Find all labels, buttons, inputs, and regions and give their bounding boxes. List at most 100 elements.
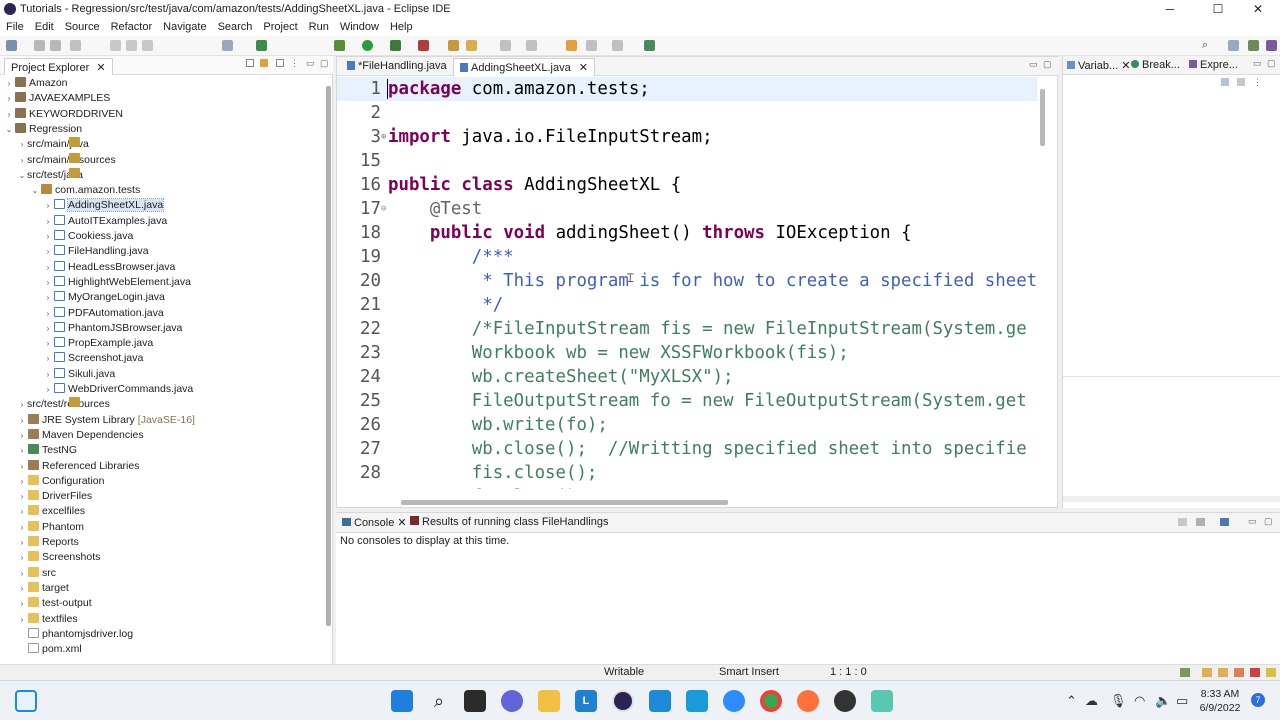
zoom-icon[interactable] <box>723 690 745 712</box>
collapsed-arrow-icon[interactable]: › <box>43 214 53 229</box>
expanded-arrow-icon[interactable]: ⌄ <box>30 183 40 198</box>
tree-item[interactable]: › PDFAutomation.java <box>43 306 164 321</box>
tree-item[interactable]: ›src/main/resources <box>17 152 116 168</box>
maximize-view-icon[interactable]: ▢ <box>1267 58 1276 69</box>
collapsed-arrow-icon[interactable]: › <box>43 351 53 366</box>
tree-item[interactable]: › excelfiles <box>17 504 85 519</box>
resume-icon[interactable] <box>110 40 121 51</box>
filter-icon[interactable] <box>276 59 284 67</box>
menu-project[interactable]: Project <box>257 19 302 33</box>
link-editor-icon[interactable] <box>260 59 268 67</box>
tree-item[interactable]: ⌄ src/test/java <box>17 167 83 183</box>
menu-window[interactable]: Window <box>334 19 384 33</box>
new-java-package-icon[interactable] <box>448 40 459 51</box>
new-icon[interactable] <box>6 40 17 51</box>
layout-icon[interactable] <box>1237 78 1245 86</box>
chrome-icon[interactable] <box>760 690 782 712</box>
debug-icon[interactable] <box>334 40 345 51</box>
collapsed-arrow-icon[interactable]: › <box>43 321 53 336</box>
code-line[interactable]: 21 */ <box>337 293 1037 317</box>
collapsed-arrow-icon[interactable]: › <box>17 489 27 504</box>
collapsed-arrow-icon[interactable]: › <box>43 275 53 290</box>
collapsed-arrow-icon[interactable]: › <box>17 428 27 443</box>
collapsed-arrow-icon[interactable]: › <box>43 382 53 397</box>
toggle-mark-icon[interactable] <box>500 40 511 51</box>
status-icon[interactable] <box>1202 668 1212 677</box>
code-line[interactable]: 16 public class AddingSheetXL { <box>337 173 1037 197</box>
tree-item[interactable]: › HighlightWebElement.java <box>43 275 191 290</box>
minimize-button[interactable]: ─ <box>1148 0 1192 19</box>
collapsed-arrow-icon[interactable]: › <box>17 596 27 611</box>
tree-item[interactable]: › Sikuli.java <box>43 367 115 382</box>
coverage-icon[interactable] <box>390 40 401 51</box>
editor-vertical-scrollbar[interactable] <box>1040 89 1045 146</box>
code-line[interactable]: 1 package com.amazon.tests; <box>337 77 1037 101</box>
firefox-icon[interactable] <box>797 690 819 712</box>
collapsed-arrow-icon[interactable]: › <box>43 198 53 213</box>
tree-item[interactable]: › Amazon <box>4 76 68 91</box>
eclipse-icon[interactable] <box>612 690 634 712</box>
remote-desktop-icon[interactable] <box>649 690 671 712</box>
teams-icon[interactable] <box>501 690 523 712</box>
code-line[interactable]: 23 Workbook wb = new XSSFWorkbook(fis); <box>337 341 1037 365</box>
tree-item[interactable]: › Referenced Libraries <box>17 459 139 474</box>
tree-item[interactable]: › AddingSheetXL.java <box>43 198 165 213</box>
code-line[interactable]: 17 ⊖ @Test <box>337 197 1037 221</box>
status-icon[interactable] <box>1234 668 1244 677</box>
view-menu-icon[interactable]: ⋮ <box>290 58 299 69</box>
project-explorer-tab[interactable]: Project Explorer ✕ <box>4 58 113 75</box>
tab-addingsheetxl[interactable]: AddingSheetXL.java ✕ <box>453 58 595 76</box>
collapsed-arrow-icon[interactable]: › <box>17 137 27 152</box>
microphone-icon[interactable]: 🎙 <box>1110 693 1127 709</box>
collapsed-arrow-icon[interactable]: › <box>4 91 14 106</box>
fold-toggle-icon[interactable]: ⊕ <box>381 125 387 149</box>
tree-item[interactable]: › KEYWORDDRIVEN <box>4 107 123 122</box>
collapse-all-icon[interactable] <box>246 59 254 67</box>
battery-icon[interactable]: ▭ <box>1176 693 1188 709</box>
tree-item[interactable]: › HeadLessBrowser.java <box>43 260 175 275</box>
collapsed-arrow-icon[interactable]: › <box>43 260 53 275</box>
menu-source[interactable]: Source <box>59 19 105 33</box>
save-all-icon[interactable] <box>50 40 61 51</box>
system-clock[interactable]: 8:33 AM 6/9/2022 <box>1194 687 1246 715</box>
status-icon[interactable] <box>1218 668 1228 677</box>
menu-run[interactable]: Run <box>303 19 334 33</box>
collapsed-arrow-icon[interactable]: › <box>17 504 27 519</box>
explorer-scrollbar[interactable] <box>326 86 331 626</box>
tree-item[interactable]: › target <box>17 581 69 596</box>
tab-breakpoints[interactable]: Break... <box>1131 59 1180 71</box>
code-line[interactable]: 15 <box>337 149 1037 173</box>
collapsed-arrow-icon[interactable]: › <box>17 474 27 489</box>
code-line[interactable]: 28 fis.close(); <box>337 461 1037 485</box>
tab-expressions[interactable]: Expre... <box>1189 59 1238 71</box>
tree-item[interactable]: › TestNG <box>17 443 77 458</box>
code-line[interactable]: 27 wb.close(); //Writting specified shee… <box>337 437 1037 461</box>
onedrive-icon[interactable]: ☁ <box>1085 693 1098 709</box>
tab-variables[interactable]: Variab... ✕ <box>1067 59 1130 72</box>
tree-item[interactable]: › PhantomJSBrowser.java <box>43 321 182 336</box>
code-line[interactable]: 2 <box>337 101 1037 125</box>
tree-item[interactable]: phantomjsdriver.log <box>17 627 133 642</box>
maximize-button[interactable]: ☐ <box>1196 0 1240 19</box>
menu-navigate[interactable]: Navigate <box>157 19 211 33</box>
collapsed-arrow-icon[interactable]: › <box>17 397 27 412</box>
task-view-icon[interactable] <box>464 690 486 712</box>
volume-icon[interactable]: 🔈 <box>1155 693 1171 709</box>
close-icon[interactable]: ✕ <box>579 62 588 74</box>
tree-item[interactable]: › Configuration <box>17 474 104 489</box>
tree-item[interactable]: › Cookiess.java <box>43 229 133 244</box>
libreoffice-icon[interactable]: L <box>575 690 597 712</box>
tree-item[interactable]: › Phantom <box>17 520 84 535</box>
code-line[interactable]: 22 /*FileInputStream fis = new FileInput… <box>337 317 1037 341</box>
notification-badge[interactable]: 7 <box>1251 693 1265 707</box>
open-type-icon[interactable] <box>222 40 233 51</box>
testng-icon[interactable] <box>256 40 267 51</box>
collapsed-arrow-icon[interactable]: › <box>17 535 27 550</box>
tree-item[interactable]: › JAVAEXAMPLES <box>4 91 110 106</box>
debug-perspective-icon[interactable] <box>1266 40 1277 51</box>
java-perspective-icon[interactable] <box>1248 40 1259 51</box>
code-line[interactable]: 26 wb.write(fo); <box>337 413 1037 437</box>
collapse-all-icon[interactable] <box>1221 78 1229 86</box>
status-icon[interactable] <box>1180 668 1190 677</box>
collapsed-arrow-icon[interactable]: › <box>17 153 27 168</box>
